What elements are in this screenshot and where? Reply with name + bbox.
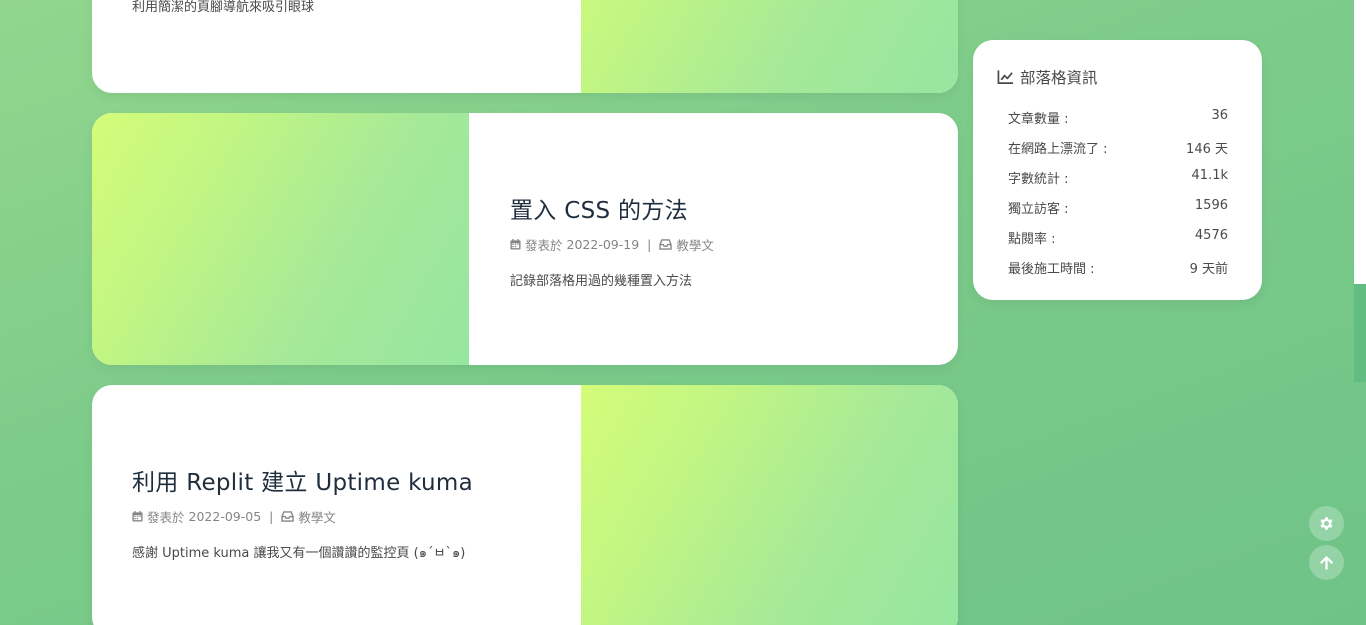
stat-value: 146 天 [1186, 142, 1228, 157]
post-cover-image[interactable] [92, 113, 469, 365]
stat-value: 36 [1211, 108, 1228, 123]
chart-line-icon [997, 70, 1014, 84]
post-title[interactable]: 置入 CSS 的方法 [510, 191, 714, 225]
post-date-label: 發表於 [525, 238, 563, 253]
stat-article-count: 文章數量 : 36 [1008, 108, 1228, 127]
arrow-up-icon [1320, 555, 1333, 570]
stat-unique-visitors: 獨立訪客 : 1596 [1008, 198, 1228, 217]
inbox-icon [659, 239, 673, 250]
post-info: 置入 CSS 的方法 發表於 2022-09-19 | 教學文 記錄部落格用過的… [510, 191, 714, 289]
inbox-icon [281, 511, 295, 522]
post-category-link[interactable]: 教學文 [676, 235, 714, 254]
stat-value: 1596 [1194, 198, 1228, 213]
stat-running-days: 在網路上漂流了 : 146 天 [1008, 138, 1228, 157]
meta-separator: | [647, 237, 652, 252]
post-card[interactable]: 利用 Replit 建立 Uptime kuma 發表於 2022-09-05 … [92, 385, 958, 625]
site-info-title: 部落格資訊 [1020, 69, 1098, 87]
stat-value: 9 天前 [1189, 262, 1228, 277]
stat-page-views: 點閱率 : 4576 [1008, 228, 1228, 247]
post-description: 利用簡潔的頁腳導航來吸引眼球 [132, 0, 315, 15]
post-cover-image[interactable] [581, 0, 958, 93]
post-date: 2022-09-19 [566, 237, 640, 252]
site-info-header: 部落格資訊 [997, 66, 1098, 88]
post-meta: 發表於 2022-09-19 | 教學文 [510, 235, 714, 254]
meta-separator: | [269, 509, 274, 524]
stat-word-count: 字數統計 : 41.1k [1008, 168, 1228, 187]
post-info: 利用簡潔的頁腳導航來吸引眼球 [132, 0, 314, 15]
calendar-icon [510, 239, 521, 250]
stat-label: 獨立訪客 : [1008, 202, 1069, 217]
post-date-label: 發表於 [147, 510, 185, 525]
stat-last-update: 最後施工時間 : 9 天前 [1008, 258, 1228, 277]
right-edge-panel-accent [1354, 284, 1366, 382]
right-edge-panel [1354, 0, 1366, 284]
post-info: 利用 Replit 建立 Uptime kuma 發表於 2022-09-05 … [132, 463, 473, 563]
post-title[interactable]: 利用 Replit 建立 Uptime kuma [132, 463, 473, 497]
calendar-icon [132, 511, 143, 522]
stat-label: 文章數量 : [1008, 112, 1069, 127]
post-description: 記錄部落格用過的幾種置入方法 [510, 274, 693, 289]
site-info-card: 部落格資訊 文章數量 : 36 在網路上漂流了 : 146 天 字數統計 : 4… [973, 40, 1262, 300]
post-card[interactable]: 置入 CSS 的方法 發表於 2022-09-19 | 教學文 記錄部落格用過的… [92, 113, 958, 365]
back-to-top-button[interactable] [1309, 545, 1344, 580]
stat-value: 4576 [1194, 228, 1228, 243]
stat-label: 字數統計 : [1008, 172, 1069, 187]
gear-icon [1320, 517, 1333, 530]
post-date: 2022-09-05 [188, 509, 262, 524]
stat-label: 點閱率 : [1008, 232, 1056, 247]
post-meta: 發表於 2022-09-05 | 教學文 [132, 507, 473, 526]
settings-button[interactable] [1309, 506, 1344, 541]
stat-label: 最後施工時間 : [1008, 262, 1095, 277]
post-description: 感謝 Uptime kuma 讓我又有一個讚讚的監控頁 (๑´ㅂ`๑) [132, 546, 466, 561]
stat-label: 在網路上漂流了 : [1008, 142, 1108, 157]
post-card[interactable]: 利用簡潔的頁腳導航來吸引眼球 [92, 0, 958, 93]
stat-value: 41.1k [1191, 168, 1228, 183]
post-category-link[interactable]: 教學文 [298, 507, 336, 526]
post-cover-image[interactable] [581, 385, 958, 625]
